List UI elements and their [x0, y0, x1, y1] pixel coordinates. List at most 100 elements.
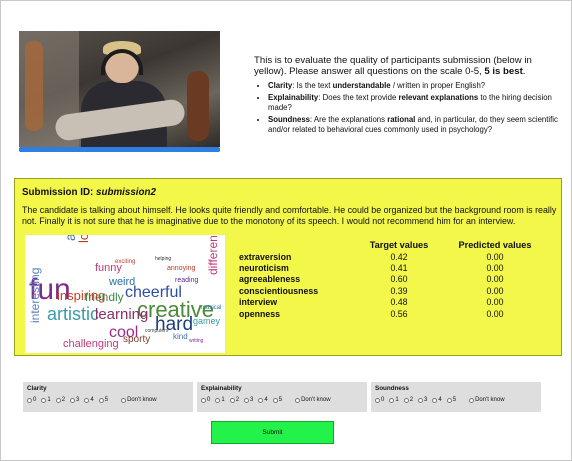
rating-option-label: 0 [207, 397, 211, 403]
video-progress-bar[interactable] [19, 147, 220, 152]
rating-option[interactable]: 2 [229, 397, 240, 403]
rating-options: 0 1 2 3 4 5 Don't know [27, 397, 189, 403]
criteria-pre: : Is the text [292, 81, 333, 90]
rating-option-dont-know[interactable]: Don't know [295, 397, 331, 403]
trait-target: 0.56 [390, 308, 408, 319]
rating-option[interactable]: 1 [215, 397, 225, 403]
rating-option-label: 2 [235, 397, 240, 403]
radio-icon[interactable] [446, 397, 452, 403]
rating-option[interactable]: 1 [389, 397, 399, 403]
radio-icon[interactable] [469, 397, 475, 403]
radio-icon[interactable] [375, 397, 380, 403]
criteria-post: / written in proper English? [390, 81, 486, 90]
radio-icon[interactable] [41, 397, 47, 403]
rating-option[interactable]: 5 [446, 397, 457, 403]
trait-predicted: 0.00 [486, 251, 504, 262]
candidate-video[interactable] [19, 31, 220, 147]
trait-header-blank [239, 239, 351, 251]
trait-name: extraversion [239, 251, 292, 262]
video-guitar-right [187, 71, 209, 141]
radio-icon[interactable] [272, 397, 278, 403]
word-cloud-word: musical [201, 305, 222, 311]
trait-name: agreeableness [239, 274, 301, 285]
trait-predicted: 0.00 [486, 285, 504, 296]
radio-icon[interactable] [27, 397, 32, 403]
submit-button[interactable]: Submit [211, 421, 334, 444]
rating-option-label: 3 [424, 397, 428, 403]
word-cloud-image: funawesomeloudfunnyweirdfriendlycheerful… [25, 235, 225, 353]
word-cloud-word: kind [173, 332, 188, 341]
rating-option[interactable]: 5 [272, 397, 283, 403]
rating-option-label: Don't know [475, 397, 505, 403]
trait-target: 0.39 [390, 285, 408, 296]
rating-option[interactable]: 3 [418, 397, 427, 403]
word-cloud-word: challenging [63, 338, 119, 350]
rating-option[interactable]: 4 [258, 397, 268, 403]
predicted-values-header: Predicted values [458, 240, 532, 250]
radio-icon[interactable] [98, 397, 104, 403]
word-cloud-word: different [206, 235, 220, 275]
radio-icon[interactable] [403, 397, 409, 403]
criteria-pre: : Does the text provide [318, 93, 399, 103]
radio-icon[interactable] [418, 397, 424, 403]
rating-option-label: 4 [90, 397, 94, 403]
rating-option[interactable]: 4 [432, 397, 442, 403]
radio-icon[interactable] [389, 397, 395, 403]
rating-option[interactable]: 5 [98, 397, 109, 403]
rating-option[interactable]: 0 [201, 397, 210, 403]
rating-option[interactable]: 3 [70, 397, 79, 403]
criteria-bold: rational [387, 115, 416, 125]
rating-title: Soundness [375, 385, 409, 392]
rating-option-label: 5 [452, 397, 457, 403]
rating-option[interactable]: 2 [55, 397, 65, 403]
trait-target: 0.48 [390, 297, 408, 308]
rating-option-dont-know[interactable]: Don't know [469, 397, 505, 403]
radio-icon[interactable] [258, 397, 264, 403]
rating-option[interactable]: 3 [244, 397, 253, 403]
submission-id: Submission ID: submission2 [22, 187, 156, 198]
rating-option[interactable]: 0 [27, 397, 36, 403]
trait-predicted: 0.00 [486, 274, 504, 285]
rating-option-label: 1 [221, 397, 225, 403]
word-cloud-word: gamey [193, 316, 221, 326]
radio-icon[interactable] [229, 397, 235, 403]
word-cloud-word: interesting [28, 267, 42, 323]
rating-option-label: 1 [395, 397, 399, 403]
rating-option-label: 2 [409, 397, 414, 403]
word-cloud-word: loud [76, 235, 91, 243]
trait-target: 0.42 [390, 251, 408, 262]
rating-soundness: Soundness 0 1 2 3 4 5 Don't know [371, 382, 541, 412]
criteria-name: Soundness [268, 115, 311, 125]
video-guitar-left [25, 41, 43, 131]
radio-icon[interactable] [55, 397, 61, 403]
radio-icon[interactable] [201, 397, 206, 403]
radio-icon[interactable] [244, 397, 250, 403]
word-cloud-word: learning [95, 306, 149, 323]
rating-title: Clarity [27, 385, 47, 392]
rating-option[interactable]: 1 [41, 397, 51, 403]
rating-option-label: 5 [104, 397, 109, 403]
trait-target: 0.60 [390, 274, 408, 285]
rating-option[interactable]: 2 [403, 397, 414, 403]
radio-icon[interactable] [215, 397, 221, 403]
target-values-header: Target values [369, 240, 429, 250]
radio-icon[interactable] [70, 397, 76, 403]
word-cloud-word: artistic [47, 304, 100, 324]
radio-icon[interactable] [121, 397, 127, 403]
trait-row: agreeableness 0.60 0.00 [239, 274, 543, 285]
instructions: This is to evaluate the quality of parti… [254, 55, 560, 137]
rating-option[interactable]: 4 [84, 397, 94, 403]
trait-predicted: 0.00 [486, 263, 504, 274]
radio-icon[interactable] [432, 397, 438, 403]
rating-option-label: 0 [33, 397, 37, 403]
radio-icon[interactable] [295, 397, 301, 403]
trait-predicted: 0.00 [486, 308, 504, 319]
criteria-name: Clarity [268, 81, 293, 90]
rating-options: 0 1 2 3 4 5 Don't know [375, 397, 537, 403]
submission-id-value: submission2 [96, 187, 156, 198]
rating-option-label: 5 [278, 397, 283, 403]
criteria-name: Explainability [268, 93, 319, 103]
rating-option-dont-know[interactable]: Don't know [121, 397, 157, 403]
radio-icon[interactable] [84, 397, 90, 403]
rating-option[interactable]: 0 [375, 397, 384, 403]
